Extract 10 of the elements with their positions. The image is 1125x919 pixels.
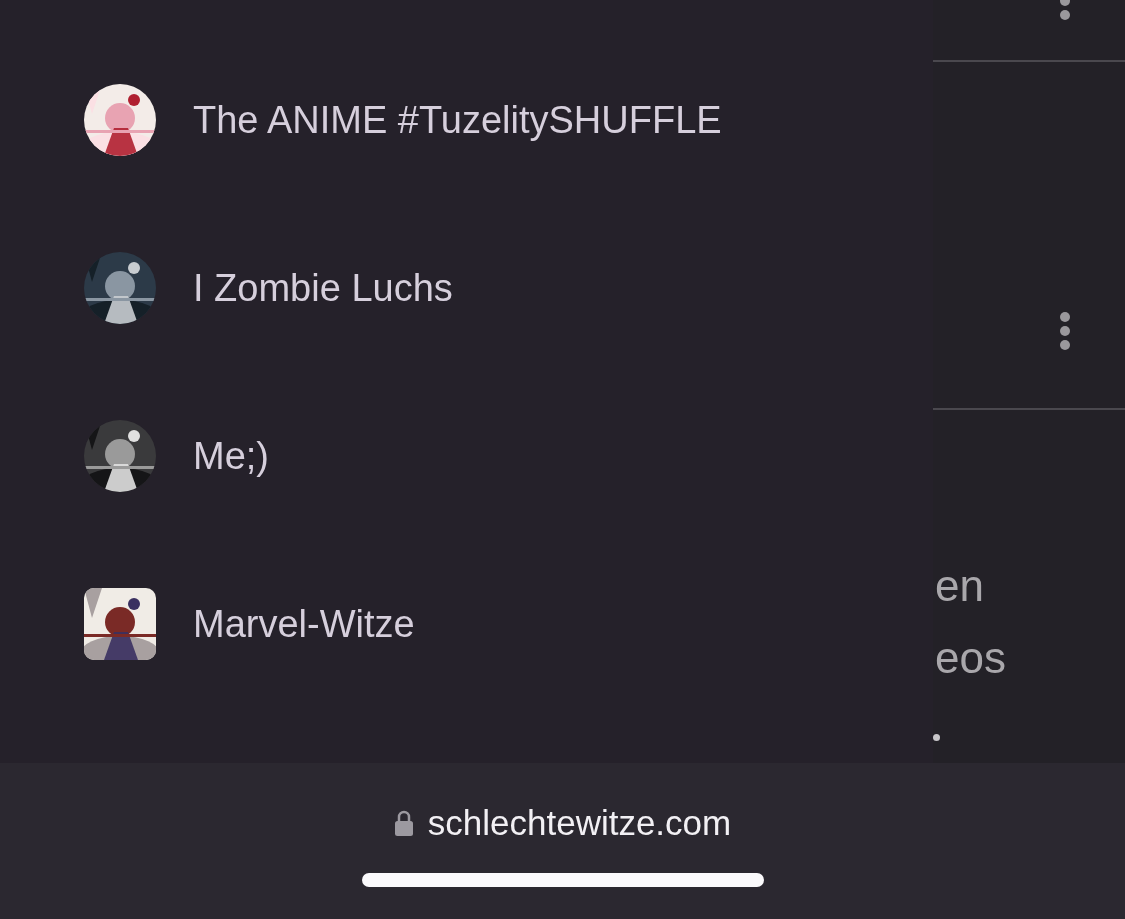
page-text: en [934, 560, 985, 612]
dot-icon [933, 734, 940, 741]
drawer-item[interactable]: I Zombie Luchs [193, 266, 453, 310]
drawer-item[interactable]: Me;) [193, 434, 269, 478]
url-text[interactable]: schlechtewitze.com [427, 803, 732, 843]
drawer-item[interactable]: The ANIME #TuzelitySHUFFLE [193, 98, 722, 142]
lock-icon [393, 810, 414, 836]
drawer-item[interactable]: Marvel-Witze [193, 602, 415, 646]
more-icon[interactable] [1060, 312, 1070, 350]
page-text: eos [934, 632, 1007, 684]
